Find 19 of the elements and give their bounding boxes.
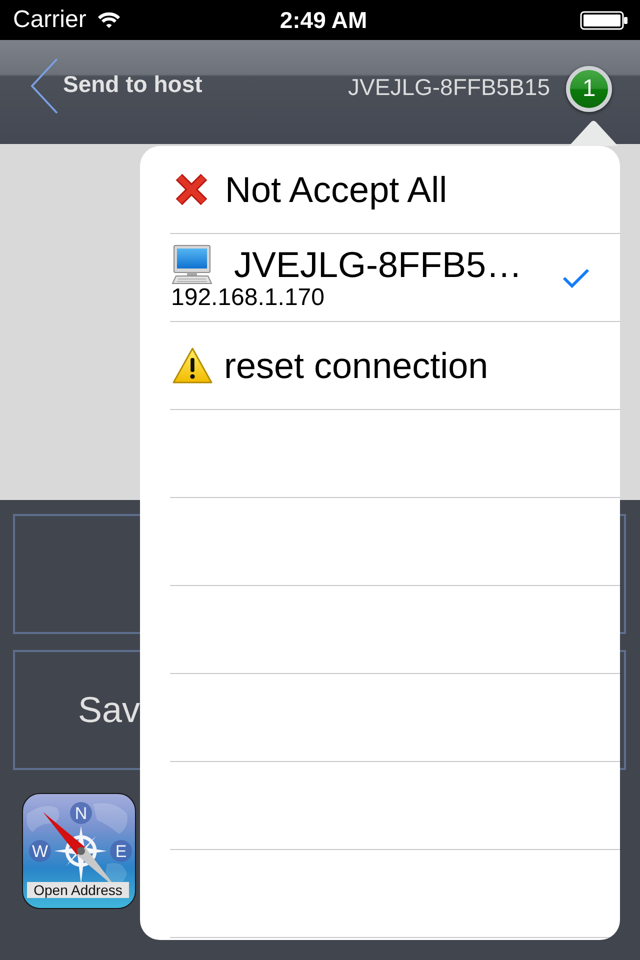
carrier-name: Carrier bbox=[13, 6, 86, 34]
status-time: 2:49 AM bbox=[278, 6, 368, 34]
wifi-icon bbox=[97, 11, 122, 29]
warning-icon bbox=[172, 347, 213, 384]
menu-item[interactable]: reset connection bbox=[170, 322, 620, 410]
compass-letter: N bbox=[74, 804, 88, 823]
battery-icon bbox=[580, 10, 628, 30]
menu-item[interactable]: JVEJLG-8FFB5… 192.168.1.170 bbox=[170, 234, 620, 322]
connection-count-badge[interactable]: 1 bbox=[566, 66, 612, 112]
computer-icon bbox=[172, 245, 212, 284]
host-name-title: JVEJLG-8FFB5B15 bbox=[348, 73, 550, 101]
menu-item[interactable]: Not Accept All bbox=[170, 146, 620, 234]
app-icon-button[interactable]: N W E Open Address bbox=[22, 793, 136, 909]
back-button[interactable]: Send to host bbox=[30, 58, 202, 114]
popover-arrow bbox=[569, 120, 618, 146]
cross-icon bbox=[173, 172, 210, 207]
compass-letter: W bbox=[32, 842, 48, 861]
chevron-left-icon bbox=[30, 58, 58, 114]
compass-letter: E bbox=[115, 842, 127, 861]
